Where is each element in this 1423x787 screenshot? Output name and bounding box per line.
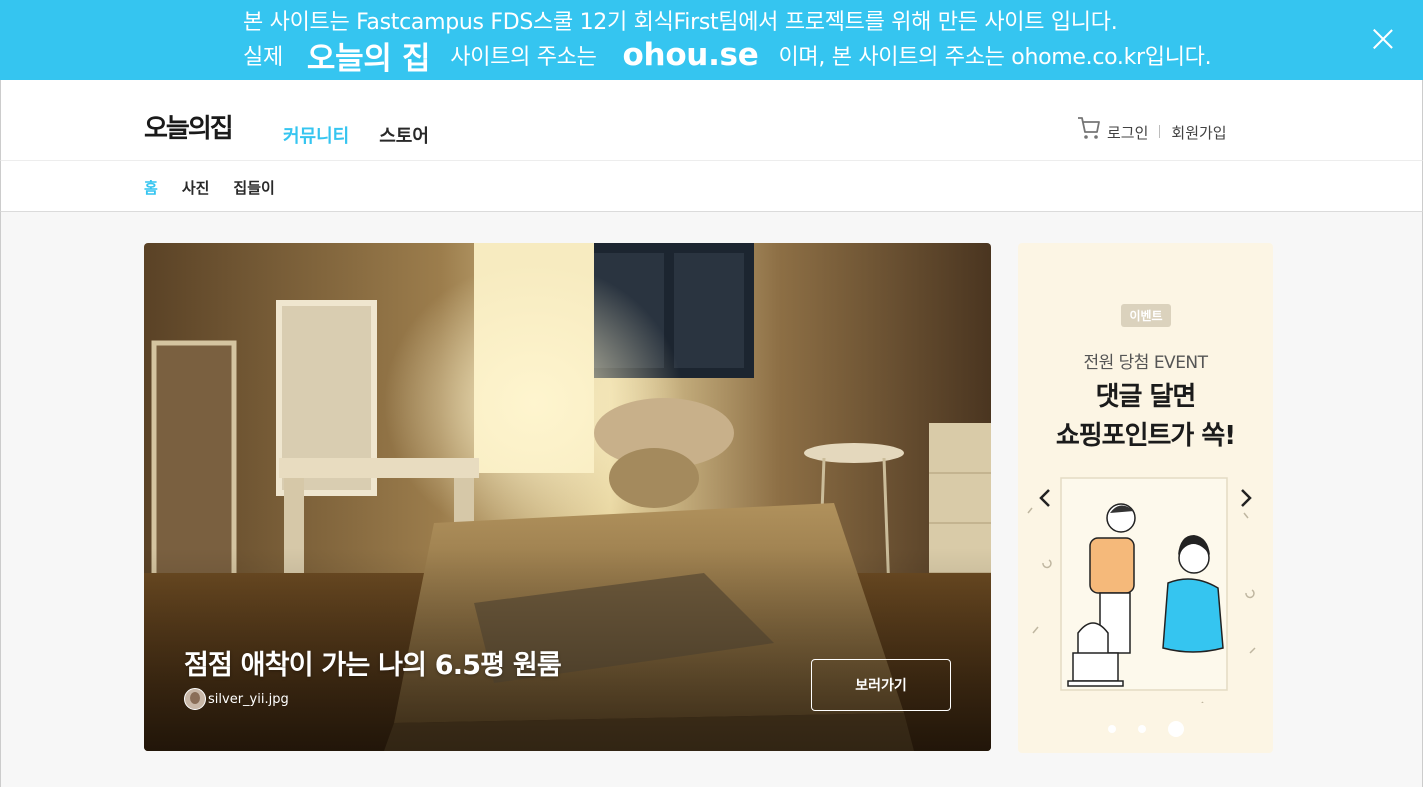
nav-store[interactable]: 스토어 bbox=[379, 122, 429, 148]
user-menu: 로그인 회원가입 bbox=[1077, 112, 1227, 143]
prev-slide-button[interactable] bbox=[1025, 483, 1065, 513]
slide-dot-1[interactable] bbox=[1107, 725, 1116, 733]
notice-mid: 사이트의 주소는 bbox=[450, 45, 597, 70]
event-banner[interactable]: 이벤트 전원 당첨 EVENT 댓글 달면 쇼핑포인트가 쏙! bbox=[1018, 243, 1273, 753]
notice-banner: 본 사이트는 Fastcampus FDS스쿨 12기 회식First팀에서 프… bbox=[0, 0, 1423, 80]
notice-line-2: 실제 오늘의 집 사이트의 주소는 ohou.se 이며, 본 사이트의 주소는… bbox=[243, 34, 1212, 77]
author-name: silver_yii.jpg bbox=[208, 691, 289, 707]
notice-suffix: 이며, 본 사이트의 주소는 ohome.co.kr입니다. bbox=[778, 45, 1212, 70]
event-headline-line1: 댓글 달면 bbox=[1095, 382, 1197, 412]
notice-line-1: 본 사이트는 Fastcampus FDS스쿨 12기 회식First팀에서 프… bbox=[243, 10, 1118, 35]
login-link[interactable]: 로그인 bbox=[1107, 122, 1148, 143]
slide-dot-2[interactable] bbox=[1137, 725, 1146, 733]
signup-link[interactable]: 회원가입 bbox=[1171, 122, 1226, 143]
nav-community[interactable]: 커뮤니티 bbox=[283, 122, 349, 148]
event-subtitle: 전원 당첨 EVENT bbox=[1083, 353, 1208, 373]
divider bbox=[1159, 125, 1161, 138]
slide-indicators bbox=[1018, 721, 1273, 737]
hero-story-card[interactable]: 점점 애착이 가는 나의 6.5평 원룸 silver_yii.jpg 보러가기 bbox=[144, 243, 991, 751]
sub-nav: 홈 사진 집들이 bbox=[0, 161, 1423, 212]
chevron-right-icon bbox=[1241, 489, 1252, 507]
subnav-home[interactable]: 홈 bbox=[144, 177, 158, 198]
event-badge: 이벤트 bbox=[1121, 304, 1171, 327]
notice-url: ohou.se bbox=[622, 37, 759, 73]
chevron-left-icon bbox=[1039, 489, 1050, 507]
event-headline: 댓글 달면 쇼핑포인트가 쏙! bbox=[1018, 378, 1273, 456]
main-nav: 커뮤니티 스토어 bbox=[283, 122, 429, 148]
header: 오늘의집 커뮤니티 스토어 로그인 회원가입 bbox=[0, 80, 1423, 161]
logo[interactable]: 오늘의집 bbox=[144, 108, 234, 145]
slide-dot-3[interactable] bbox=[1167, 721, 1184, 737]
avatar bbox=[184, 688, 206, 710]
next-slide-button[interactable] bbox=[1226, 483, 1266, 513]
story-author[interactable]: silver_yii.jpg bbox=[184, 688, 289, 710]
subnav-photos[interactable]: 사진 bbox=[182, 177, 210, 198]
story-title: 점점 애착이 가는 나의 6.5평 원룸 bbox=[184, 650, 562, 681]
close-icon[interactable] bbox=[1370, 27, 1396, 53]
event-headline-line2: 쇼핑포인트가 쏙! bbox=[1055, 421, 1236, 451]
subnav-housewarming[interactable]: 집들이 bbox=[233, 177, 274, 198]
notice-prefix: 실제 bbox=[243, 45, 283, 70]
cart-icon[interactable] bbox=[1077, 115, 1101, 141]
see-story-button[interactable]: 보러가기 bbox=[811, 659, 951, 711]
notice-brand: 오늘의 집 bbox=[306, 40, 431, 77]
